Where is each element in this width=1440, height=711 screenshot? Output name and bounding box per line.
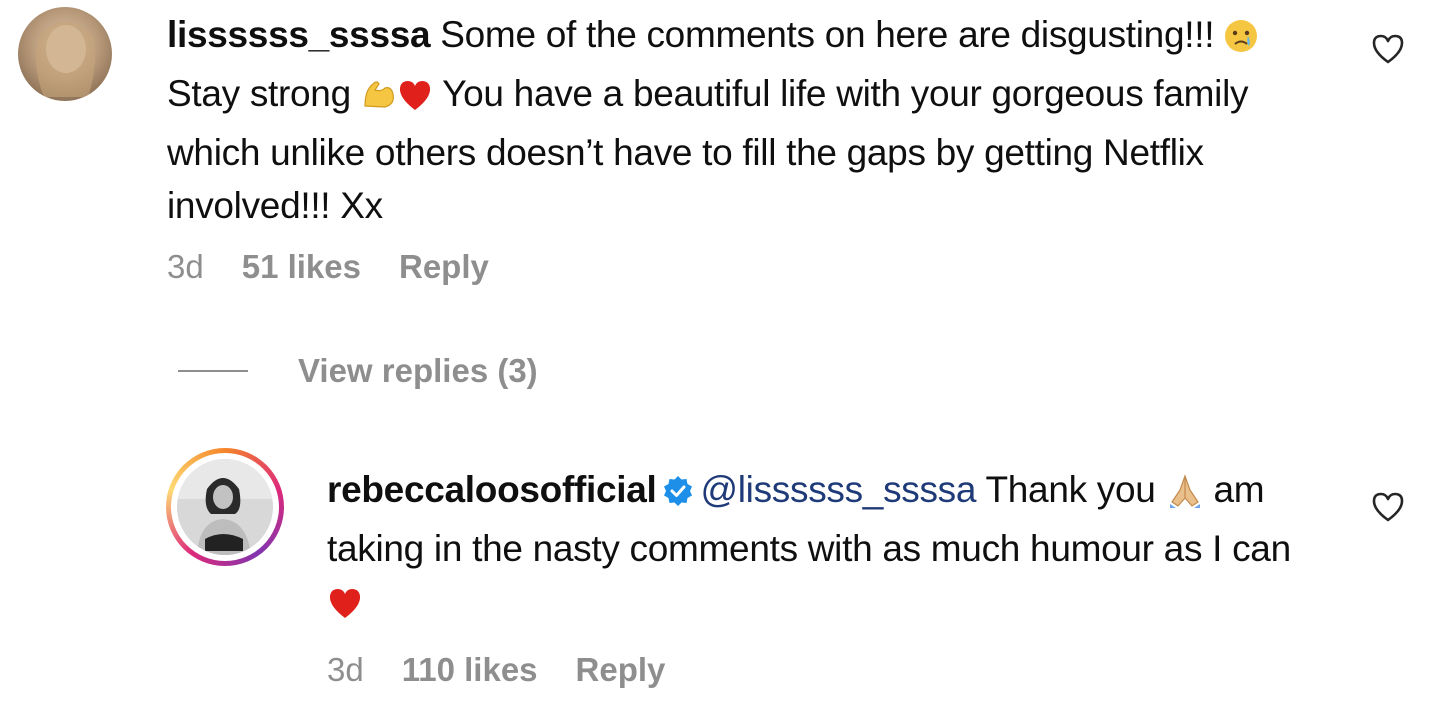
comment-meta-1: 3d 51 likes Reply bbox=[167, 248, 489, 286]
view-replies-button[interactable]: View replies (3) bbox=[178, 352, 538, 390]
view-replies-divider bbox=[178, 370, 248, 372]
avatar-rebeccaloosofficial[interactable] bbox=[166, 448, 284, 566]
comment-text-2-part1: Thank you bbox=[976, 469, 1166, 510]
red-heart-emoji-icon bbox=[397, 73, 433, 126]
comment-username-2[interactable]: rebeccaloosofficial bbox=[327, 469, 657, 510]
comment-time-1[interactable]: 3d bbox=[167, 248, 204, 286]
mention-link[interactable]: @lissssss_ssssa bbox=[701, 469, 977, 510]
comment-text-1-part1: Some of the comments on here are disgust… bbox=[430, 14, 1225, 55]
flexed-biceps-icon bbox=[361, 73, 397, 126]
crying-emoji-icon bbox=[1224, 14, 1258, 67]
comment-time-2[interactable]: 3d bbox=[327, 651, 364, 689]
verified-badge-icon bbox=[663, 467, 693, 520]
avatar-lissssss-ssssa[interactable] bbox=[18, 7, 112, 101]
comment-username-1[interactable]: lissssss_ssssa bbox=[167, 14, 431, 55]
comment-text-1: lissssss_ssssa Some of the comments on h… bbox=[167, 8, 1327, 232]
red-heart-emoji-icon bbox=[327, 581, 363, 634]
comment-meta-2: 3d 110 likes Reply bbox=[327, 651, 665, 689]
comment-text-1-part2: Stay strong bbox=[167, 73, 361, 114]
view-replies-label[interactable]: View replies (3) bbox=[298, 352, 538, 390]
reply-button-1[interactable]: Reply bbox=[399, 248, 489, 286]
reply-button-2[interactable]: Reply bbox=[576, 651, 666, 689]
like-heart-icon[interactable] bbox=[1371, 491, 1405, 528]
folded-hands-icon bbox=[1166, 469, 1204, 522]
comment-text-2: rebeccaloosofficial @lissssss_ssssa Thank… bbox=[327, 463, 1327, 634]
like-heart-icon[interactable] bbox=[1371, 33, 1405, 70]
comment-likes-1[interactable]: 51 likes bbox=[242, 248, 361, 286]
comment-likes-2[interactable]: 110 likes bbox=[402, 651, 538, 689]
